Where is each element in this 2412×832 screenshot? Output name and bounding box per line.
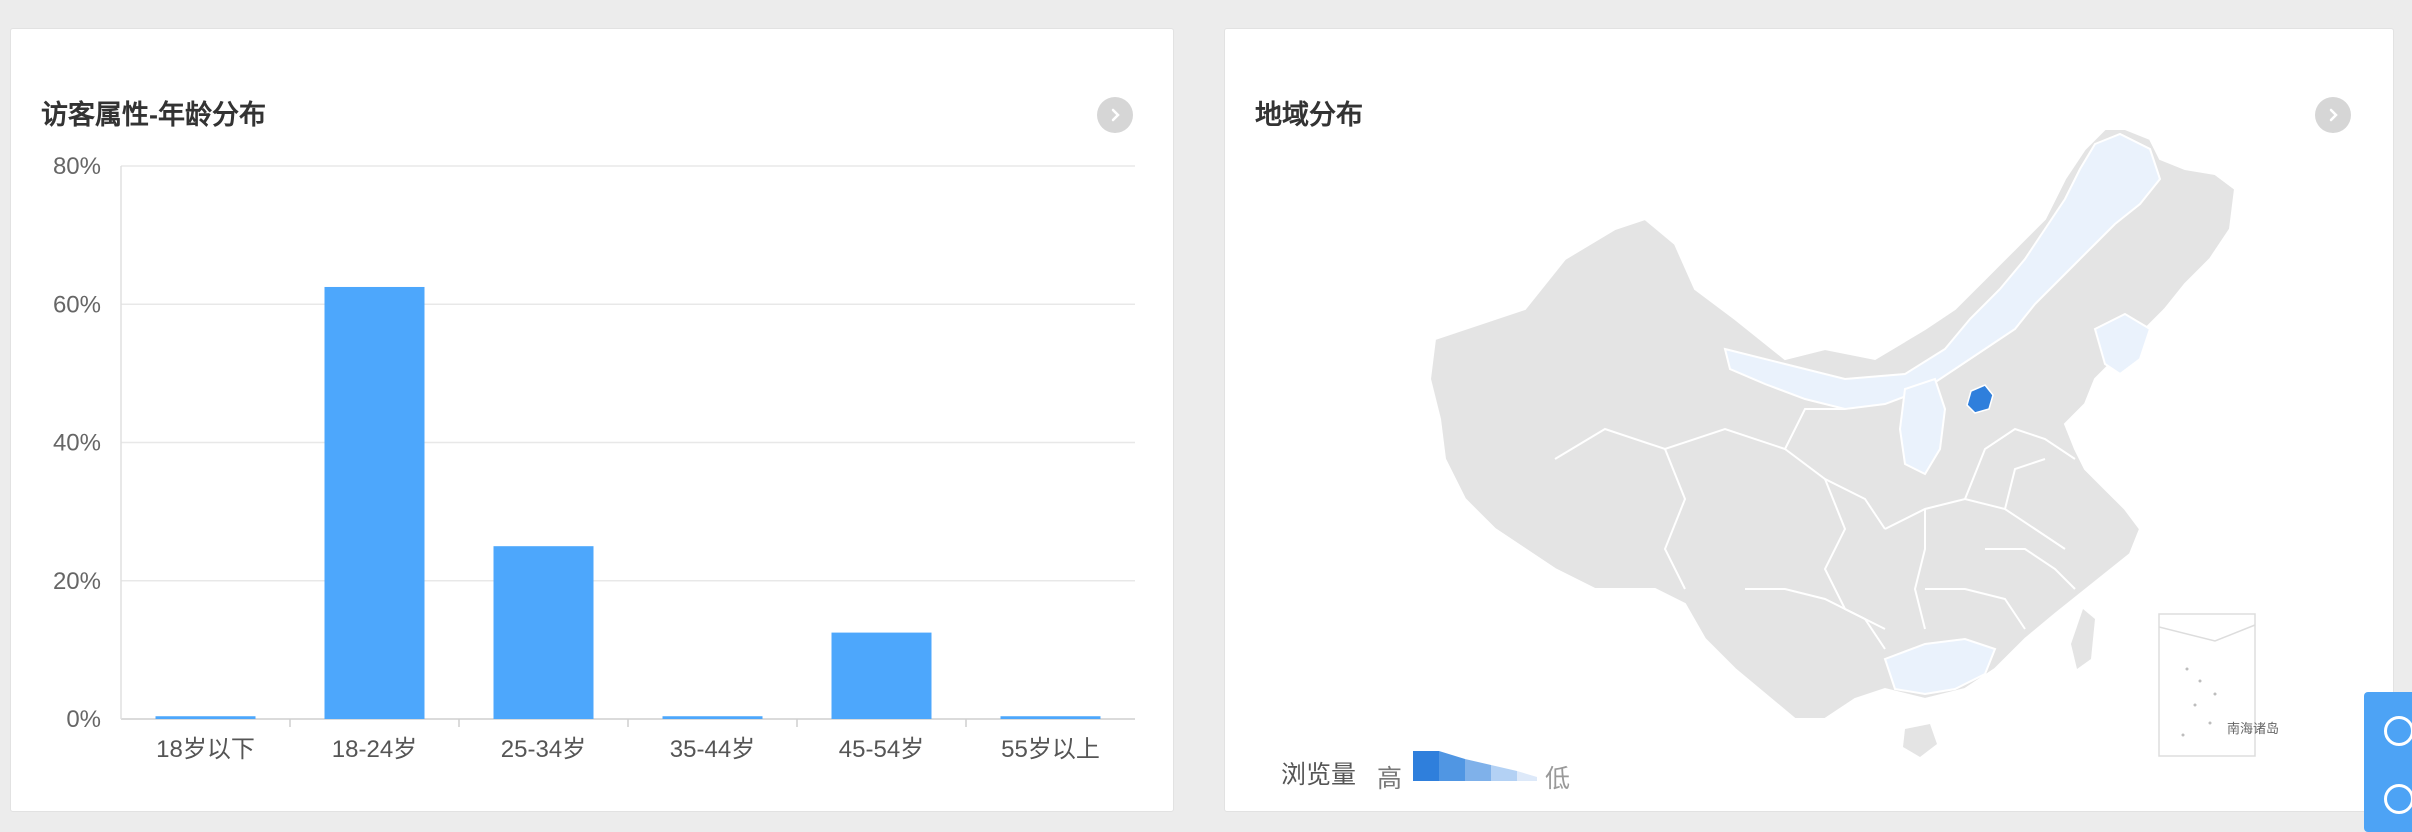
y-tick-label: 80% <box>53 153 101 180</box>
legend-high-label: 高 <box>1377 765 1403 793</box>
legend-gradient <box>1413 751 1537 781</box>
bar-4 <box>662 716 763 719</box>
inset-label: 南海诸岛 <box>2227 721 2279 736</box>
edit-icon[interactable] <box>2384 784 2412 814</box>
x-tick-label: 35-44岁 <box>670 736 755 763</box>
x-tick-label: 25-34岁 <box>501 736 586 763</box>
bar-5 <box>831 632 932 719</box>
china-map: 南海诸岛 <box>1428 128 2279 757</box>
bar-2 <box>324 286 425 719</box>
age-distribution-card: 访客属性-年龄分布 0% 20% 40% 60% 80% 18岁以下 18-24岁 25-34… <box>10 28 1174 812</box>
y-tick-label: 60% <box>53 291 101 318</box>
x-tick-label: 55岁以上 <box>1001 736 1100 763</box>
x-tick-label: 18-24岁 <box>332 736 417 763</box>
side-widget <box>2364 692 2412 832</box>
map-island-hainan <box>1903 724 1937 757</box>
bar-1 <box>155 716 256 719</box>
age-bar-chart: 0% 20% 40% 60% 80% 18岁以下 18-24岁 25-34岁 35-44岁 45-… <box>53 153 1135 763</box>
bar-3 <box>493 546 594 719</box>
x-tick-label: 18岁以下 <box>156 736 255 763</box>
feedback-icon[interactable] <box>2384 716 2412 746</box>
map-island-taiwan <box>2071 609 2095 669</box>
bar-6 <box>1000 716 1101 719</box>
y-tick-label: 20% <box>53 568 101 595</box>
y-tick-label: 0% <box>66 706 101 733</box>
y-tick-label: 40% <box>53 430 101 457</box>
x-tick-label: 45-54岁 <box>839 736 924 763</box>
legend-low-label: 低 <box>1545 765 1571 793</box>
legend-label: 浏览量 <box>1281 761 1357 789</box>
region-distribution-card: 地域分布 南海诸岛 浏览量 高 低 <box>1224 28 2394 812</box>
